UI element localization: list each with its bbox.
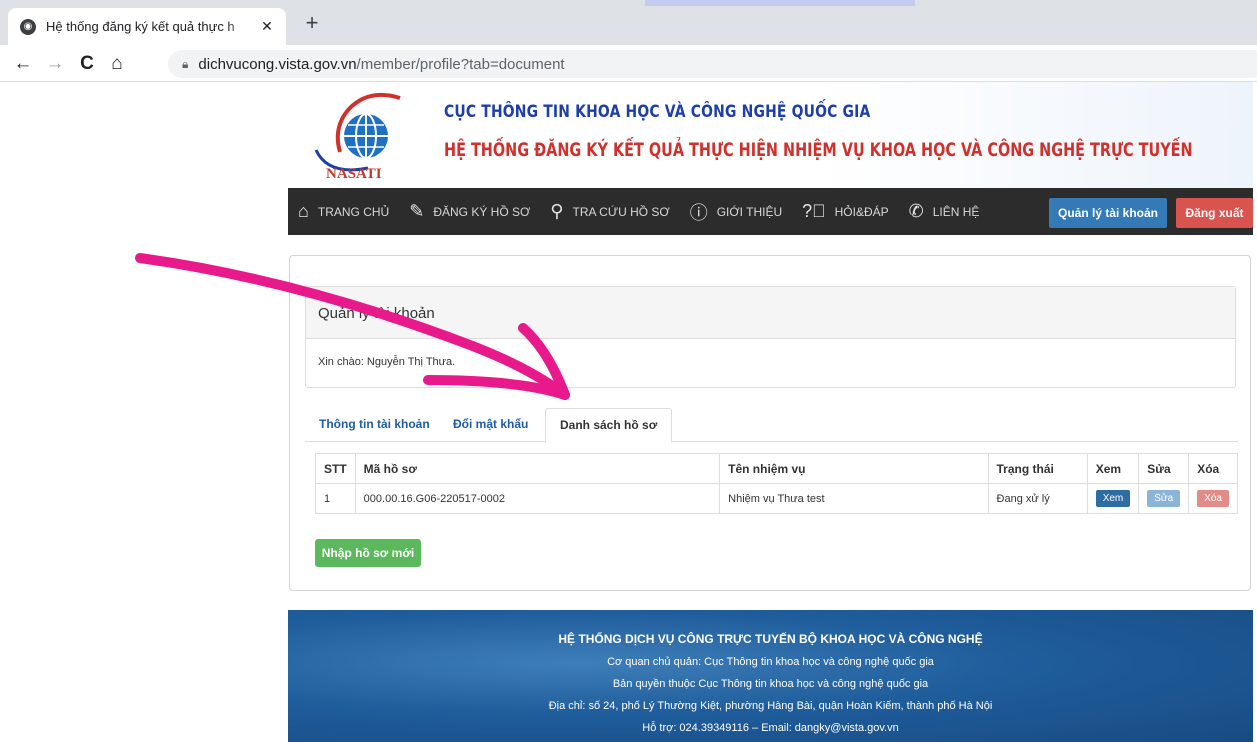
row-status: Đang xử lý bbox=[987, 483, 1088, 514]
lock-icon: 🔒︎ bbox=[182, 56, 189, 71]
agency-name: CỤC THÔNG TIN KHOA HỌC VÀ CÔNG NGHỆ QUỐC… bbox=[444, 102, 871, 122]
row-edit-cell: Sửa bbox=[1138, 483, 1190, 514]
back-icon[interactable]: ← bbox=[10, 51, 36, 77]
site-header: NASATI CỤC THÔNG TIN KHOA HỌC VÀ CÔNG NG… bbox=[288, 82, 1253, 235]
logo-text: NASATI bbox=[326, 166, 382, 182]
table-row: 1 000.00.16.G06-220517-0002 Nhiệm vụ Thư… bbox=[315, 483, 1238, 514]
account-heading: Quản lý tài khoản bbox=[306, 287, 1235, 339]
row-task: Nhiệm vụ Thưa test bbox=[719, 483, 989, 514]
tab-account-info[interactable]: Thông tin tài khoản bbox=[305, 408, 444, 442]
edit-document-icon: ✎ bbox=[409, 201, 425, 221]
browser-tab[interactable]: ◉ Hệ thống đăng ký kết quả thực h ✕ bbox=[8, 8, 286, 45]
profile-panel: Quản lý tài khoản Xin chào: Nguyễn Thị T… bbox=[289, 255, 1251, 591]
browser-toolbar: ← → C ⌂ 🔒︎ dichvucong.vista.gov.vn/membe… bbox=[0, 45, 1257, 82]
footer-address: Địa chỉ: số 24, phố Lý Thường Kiệt, phườ… bbox=[548, 700, 993, 712]
tab-change-password[interactable]: Đổi mật khẩu bbox=[439, 408, 542, 442]
home-icon: ⌂ bbox=[298, 201, 309, 221]
close-tab-icon[interactable]: ✕ bbox=[258, 18, 276, 35]
search-icon: ⚲ bbox=[550, 201, 564, 221]
footer-title: HỆ THỐNG DỊCH VỤ CÔNG TRỰC TUYẾN BỘ KHOA… bbox=[558, 632, 983, 646]
tab-title: Hệ thống đăng ký kết quả thực h bbox=[46, 19, 235, 34]
col-edit: Sửa bbox=[1138, 453, 1190, 484]
address-bar[interactable]: 🔒︎ dichvucong.vista.gov.vn/member/profil… bbox=[168, 50, 1257, 78]
banner: NASATI CỤC THÔNG TIN KHOA HỌC VÀ CÔNG NG… bbox=[288, 82, 1253, 188]
row-stt: 1 bbox=[315, 483, 356, 514]
view-button[interactable]: Xem bbox=[1095, 490, 1131, 507]
footer-copyright: Bản quyền thuộc Cục Thông tin khoa học v… bbox=[612, 678, 929, 690]
profile-tabs: Thông tin tài khoản Đổi mật khẩu Danh sá… bbox=[305, 408, 1238, 443]
col-status: Trạng thái bbox=[987, 453, 1088, 484]
info-icon: ⓘ bbox=[689, 202, 708, 223]
main-nav: ⌂ TRANG CHỦ ✎ ĐĂNG KÝ HỒ SƠ ⚲ TRA CỨU HỒ SƠ… bbox=[288, 188, 1253, 235]
col-task: Tên nhiệm vụ bbox=[719, 453, 989, 484]
col-code: Mã hồ sơ bbox=[354, 453, 721, 484]
row-code: 000.00.16.G06-220517-0002 bbox=[354, 483, 721, 514]
delete-button[interactable]: Xóa bbox=[1197, 490, 1229, 507]
footer-support: Hỗ trợ: 024.39349116 – Email: dangky@vis… bbox=[642, 722, 899, 734]
nav-item-search[interactable]: ⚲ TRA CỨU HỒ SƠ bbox=[550, 201, 669, 222]
row-view-cell: Xem bbox=[1086, 483, 1140, 514]
nav-item-contact[interactable]: ✆ LIÊN HỆ bbox=[909, 201, 980, 222]
nav-item-about[interactable]: ⓘ GIỚI THIỆU bbox=[690, 199, 782, 225]
home-browser-icon[interactable]: ⌂ bbox=[104, 51, 130, 77]
col-view: Xem bbox=[1086, 453, 1140, 484]
tab-strip-accent bbox=[645, 0, 915, 6]
browser-tab-strip: ◉ Hệ thống đăng ký kết quả thực h ✕ + bbox=[0, 0, 1257, 45]
logout-button[interactable]: Đăng xuất bbox=[1176, 198, 1253, 228]
new-tab-button[interactable]: + bbox=[298, 10, 326, 38]
phone-icon: ✆ bbox=[908, 201, 924, 221]
system-name: HỆ THỐNG ĐĂNG KÝ KẾT QUẢ THỰC HIỆN NHIỆM… bbox=[444, 140, 1193, 161]
row-delete-cell: Xóa bbox=[1188, 483, 1238, 514]
nav-item-home[interactable]: ⌂ TRANG CHỦ bbox=[298, 201, 389, 222]
nav-item-faq[interactable]: ?⃝ HỎI&ĐÁP bbox=[802, 201, 889, 222]
greeting-text: Xin chào: Nguyễn Thị Thưa. bbox=[318, 356, 456, 368]
tab-document-list[interactable]: Danh sách hồ sơ bbox=[545, 408, 673, 443]
question-icon: ?⃝ bbox=[802, 201, 826, 221]
documents-table: STT Mã hồ sơ Tên nhiệm vụ Trạng thái Xem… bbox=[315, 453, 1238, 514]
edit-button[interactable]: Sửa bbox=[1147, 490, 1181, 507]
reload-icon[interactable]: C bbox=[74, 51, 100, 77]
forward-icon[interactable]: → bbox=[42, 51, 68, 77]
site-footer: HỆ THỐNG DỊCH VỤ CÔNG TRỰC TUYẾN BỘ KHOA… bbox=[288, 610, 1253, 742]
account-box: Quản lý tài khoản Xin chào: Nguyễn Thị T… bbox=[305, 286, 1236, 388]
col-delete: Xóa bbox=[1188, 453, 1238, 484]
url-text: dichvucong.vista.gov.vn/member/profile?t… bbox=[198, 55, 565, 73]
nav-item-register[interactable]: ✎ ĐĂNG KÝ HỒ SƠ bbox=[409, 201, 530, 222]
globe-icon: ◉ bbox=[20, 18, 36, 35]
new-document-button[interactable]: Nhập hồ sơ mới bbox=[315, 539, 421, 567]
col-stt: STT bbox=[315, 453, 356, 484]
footer-owner: Cơ quan chủ quản: Cục Thông tin khoa học… bbox=[607, 656, 934, 668]
account-button[interactable]: Quản lý tài khoản bbox=[1049, 198, 1167, 228]
table-header-row: STT Mã hồ sơ Tên nhiệm vụ Trạng thái Xem… bbox=[315, 453, 1238, 484]
